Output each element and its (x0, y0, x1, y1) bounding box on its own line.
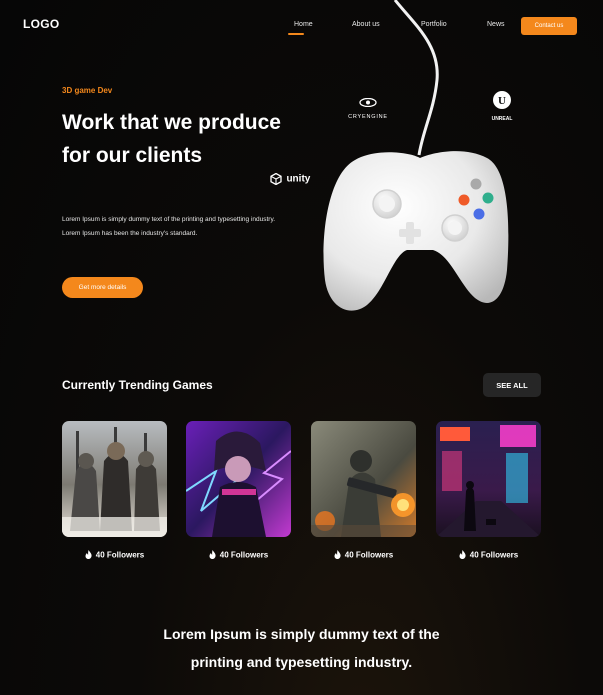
nav-home[interactable]: Home (294, 21, 313, 28)
flame-icon (459, 550, 466, 560)
hero-title: Work that we produce for our clients (62, 111, 281, 167)
logo[interactable]: LOGO (23, 17, 60, 31)
hero-eyebrow: 3D game Dev (62, 86, 113, 95)
followers-count: 40 Followers (186, 550, 291, 560)
bottom-tagline: Lorem Ipsum is simply dummy text of the … (100, 620, 503, 676)
hero-description: Lorem Ipsum is simply dummy text of the … (62, 216, 276, 237)
unity-logo: unity (270, 170, 320, 188)
game-art-soldier (311, 421, 416, 537)
game-art-neon-character (186, 421, 291, 537)
active-nav-indicator (288, 33, 304, 35)
trending-section-title: Currently Trending Games (62, 378, 213, 392)
game-card-soldier[interactable] (311, 421, 416, 537)
unreal-label: UNREAL (491, 116, 513, 122)
game-card-neon-character[interactable] (186, 421, 291, 537)
unity-label: unity (286, 173, 311, 185)
unreal-icon: U (493, 91, 511, 109)
followers-count: 40 Followers (62, 550, 167, 560)
cryengine-logo: CRYENGINE (345, 94, 391, 120)
cryengine-icon (359, 97, 377, 108)
followers-label: 40 Followers (344, 550, 394, 560)
see-all-button[interactable]: SEE ALL (483, 373, 541, 397)
flame-icon (85, 550, 92, 560)
bottom-tagline-line1: Lorem Ipsum is simply dummy text of the (163, 626, 440, 642)
game-card-warriors[interactable] (62, 421, 167, 537)
unity-icon (270, 172, 282, 186)
contact-us-button[interactable]: Contact us (521, 17, 577, 35)
unreal-logo: U UNREAL (484, 90, 520, 122)
cryengine-label: CRYENGINE (348, 114, 388, 120)
svg-text:U: U (498, 95, 506, 107)
bottom-tagline-line2: printing and typesetting industry. (190, 654, 413, 670)
flame-icon (209, 550, 216, 560)
followers-label: 40 Followers (469, 550, 519, 560)
followers-count: 40 Followers (436, 550, 541, 560)
game-art-warriors (62, 421, 167, 537)
followers-count: 40 Followers (311, 550, 416, 560)
followers-label: 40 Followers (95, 550, 145, 560)
game-controller-image (323, 0, 509, 311)
flame-icon (334, 550, 341, 560)
game-card-cyberpunk-street[interactable] (436, 421, 541, 537)
followers-label: 40 Followers (219, 550, 269, 560)
game-art-cyberpunk-street (436, 421, 541, 537)
get-more-details-button[interactable]: Get more details (62, 277, 143, 298)
